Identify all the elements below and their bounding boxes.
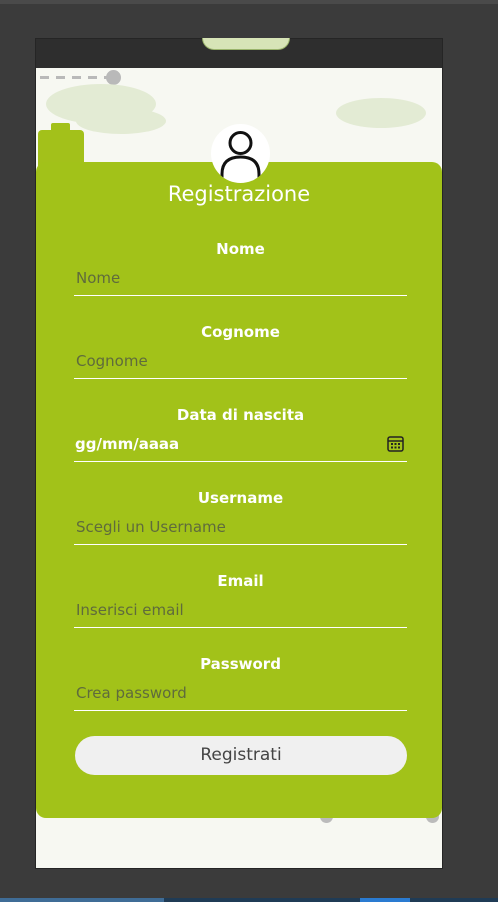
password-input[interactable]: Crea password <box>74 683 407 711</box>
cognome-label: Cognome <box>201 323 280 341</box>
phone-notch <box>202 38 290 50</box>
password-label: Password <box>200 655 281 673</box>
birthdate-input[interactable]: gg/mm/aaaa <box>74 434 407 462</box>
page-title: Registrazione <box>167 182 311 206</box>
taskbar <box>0 898 498 902</box>
user-icon <box>211 124 270 183</box>
username-label: Username <box>197 489 284 507</box>
birthdate-field: Data di nascita gg/mm/aaaa <box>74 405 407 462</box>
username-input[interactable]: Scegli un Username <box>74 517 407 545</box>
nome-label: Nome <box>216 240 265 258</box>
map-background <box>76 108 166 134</box>
taskbar-item[interactable] <box>360 898 410 902</box>
username-field: Username Scegli un Username <box>74 488 407 545</box>
calendar-icon[interactable] <box>387 435 404 452</box>
cognome-input[interactable]: Cognome <box>74 351 407 379</box>
cognome-field: Cognome Cognome <box>74 322 407 379</box>
register-button[interactable]: Registrati <box>75 736 407 775</box>
nome-input[interactable]: Nome <box>74 268 407 296</box>
email-label: Email <box>217 572 264 590</box>
email-input[interactable]: Inserisci email <box>74 600 407 628</box>
nome-field: Nome Nome <box>74 239 407 296</box>
map-background <box>336 98 426 128</box>
password-field: Password Crea password <box>74 654 407 711</box>
window-top-edge <box>0 0 498 4</box>
email-field: Email Inserisci email <box>74 571 407 628</box>
taskbar-item[interactable] <box>0 898 164 902</box>
progress-dot <box>106 70 121 85</box>
birthdate-value: gg/mm/aaaa <box>75 435 180 453</box>
birthdate-label: Data di nascita <box>176 406 305 424</box>
